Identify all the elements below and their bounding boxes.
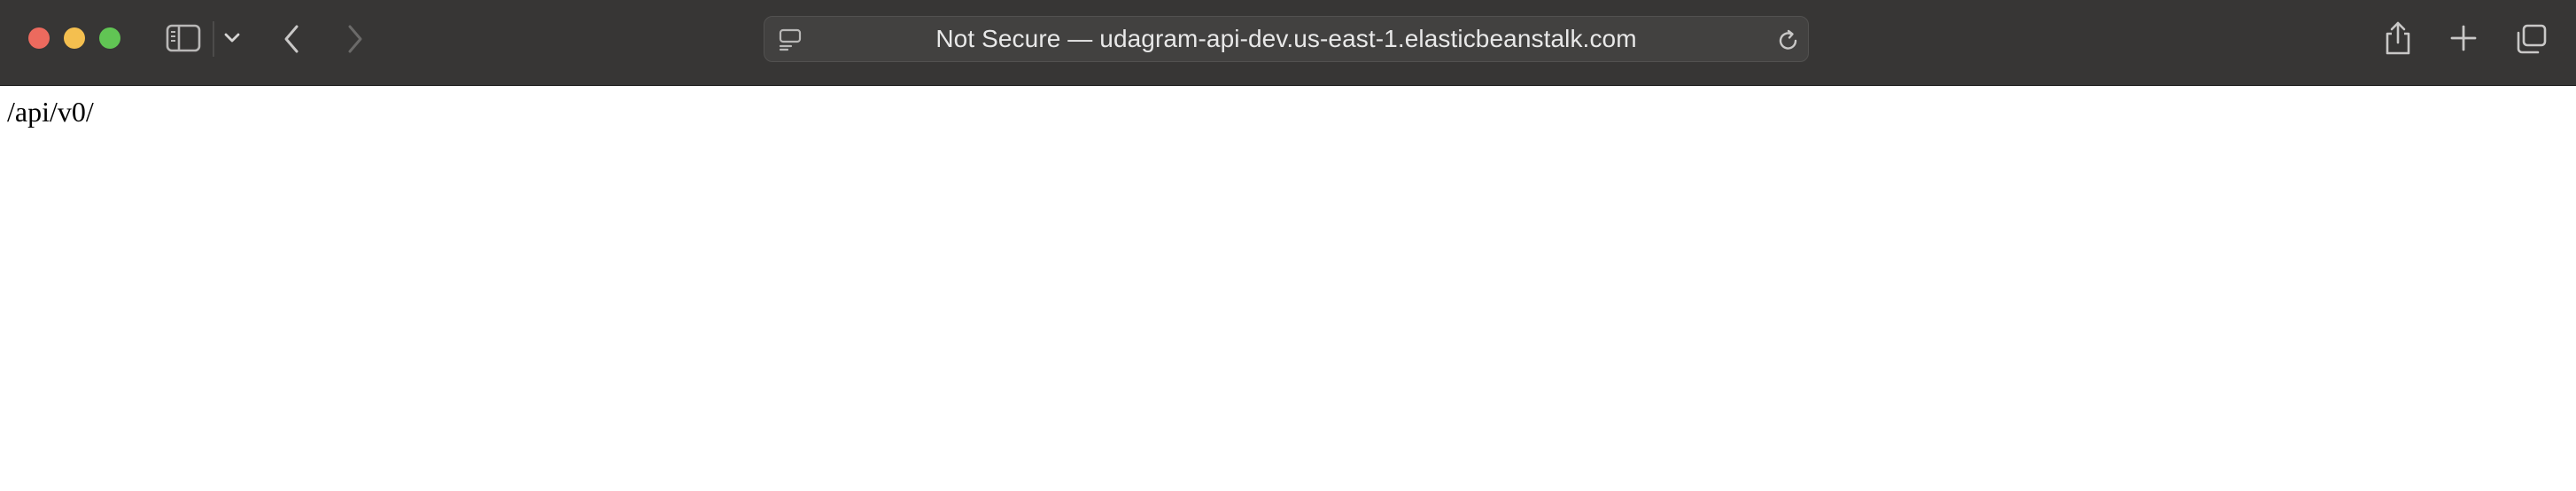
share-icon[interactable]	[2383, 19, 2413, 57]
toolbar-divider	[213, 21, 214, 57]
minimize-window-button[interactable]	[64, 27, 85, 49]
reload-icon[interactable]	[1776, 28, 1801, 53]
browser-toolbar: Not Secure — udagram-api-dev.us-east-1.e…	[0, 0, 2576, 86]
close-window-button[interactable]	[28, 27, 50, 49]
browser-window: Not Secure — udagram-api-dev.us-east-1.e…	[0, 0, 2576, 491]
address-bar[interactable]: Not Secure — udagram-api-dev.us-east-1.e…	[764, 16, 1809, 62]
back-button[interactable]	[282, 24, 301, 54]
sidebar-icon[interactable]	[166, 24, 201, 52]
forward-button[interactable]	[345, 24, 365, 54]
page-body-text: /api/v0/	[7, 96, 94, 128]
maximize-window-button[interactable]	[99, 27, 120, 49]
chevron-down-icon[interactable]	[223, 32, 241, 44]
address-text[interactable]: Not Secure — udagram-api-dev.us-east-1.e…	[764, 17, 1808, 61]
tab-overview-icon[interactable]	[2514, 23, 2548, 55]
plus-icon[interactable]	[2448, 23, 2479, 53]
